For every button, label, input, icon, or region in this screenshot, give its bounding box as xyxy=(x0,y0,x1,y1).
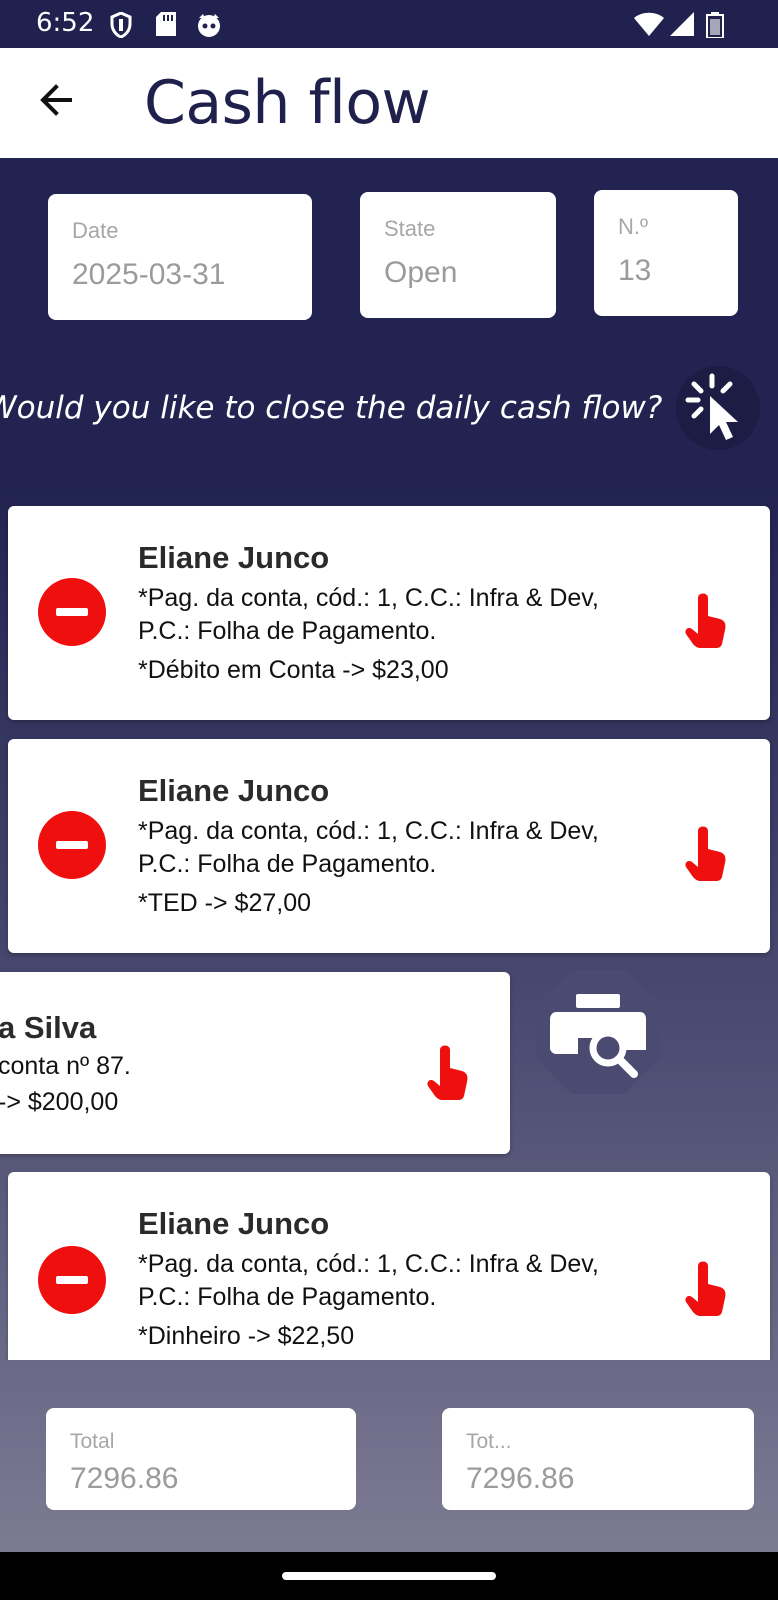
total-secondary-field[interactable]: Tot... 7296.86 xyxy=(442,1408,754,1510)
entry-name: a Silva xyxy=(0,1010,97,1045)
cell-signal-icon xyxy=(670,12,694,36)
state-value: Open xyxy=(384,256,458,289)
wifi-icon xyxy=(634,12,664,36)
minus-circle-icon[interactable] xyxy=(38,578,106,646)
entry-description: conta nº 87. xyxy=(0,1052,131,1080)
sd-card-icon xyxy=(156,12,176,36)
entry-name: Eliane Junco xyxy=(138,773,330,808)
close-cash-flow-button[interactable] xyxy=(676,366,760,450)
page-title: Cash flow xyxy=(144,68,431,138)
cash-entry-card[interactable]: Eliane Junco *Pag. da conta, cód.: 1, C.… xyxy=(8,739,770,953)
date-label: Date xyxy=(72,218,119,243)
shield-icon xyxy=(110,12,132,38)
total-label: Total xyxy=(70,1430,115,1453)
minus-circle-icon[interactable] xyxy=(38,811,106,879)
status-bar: 6:52 xyxy=(0,0,778,48)
system-nav-bar xyxy=(0,1552,778,1600)
entry-name: Eliane Junco xyxy=(138,540,330,575)
hand-pointer-icon[interactable] xyxy=(684,592,728,648)
pointer-click-icon xyxy=(685,373,738,440)
date-value: 2025-03-31 xyxy=(72,258,226,291)
number-value: 13 xyxy=(618,254,652,287)
cash-entry-card[interactable]: Eliane Junco *Pag. da conta, cód.: 1, C.… xyxy=(8,506,770,720)
battery-icon xyxy=(706,12,724,38)
total-secondary-label: Tot... xyxy=(466,1430,512,1453)
entry-payment: -> $200,00 xyxy=(0,1088,119,1116)
entry-payment: *Débito em Conta -> $23,00 xyxy=(138,656,449,684)
main-content: Date 2025-03-31 State Open N.º 13 Would … xyxy=(0,158,778,1552)
cash-entry-card-swiped[interactable]: a Silva conta nº 87. -> $200,00 xyxy=(0,972,510,1154)
entry-description: *Pag. da conta, cód.: 1, C.C.: Infra & D… xyxy=(138,1250,599,1311)
print-preview-button[interactable] xyxy=(534,968,662,1096)
state-field[interactable]: State Open xyxy=(360,192,556,318)
app-bar: Cash flow xyxy=(0,48,778,158)
minus-circle-icon[interactable] xyxy=(38,1246,106,1314)
total-value: 7296.86 xyxy=(70,1462,179,1495)
hand-pointer-icon[interactable] xyxy=(426,1044,470,1100)
date-field[interactable]: Date 2025-03-31 xyxy=(48,194,312,320)
entry-description: *Pag. da conta, cód.: 1, C.C.: Infra & D… xyxy=(138,817,599,878)
cat-face-icon xyxy=(198,14,220,37)
entry-payment: *TED -> $27,00 xyxy=(138,889,312,917)
hand-pointer-icon[interactable] xyxy=(684,1260,728,1316)
hand-pointer-icon[interactable] xyxy=(684,825,728,881)
state-label: State xyxy=(384,216,436,241)
number-field[interactable]: N.º 13 xyxy=(594,190,738,316)
home-gesture-handle[interactable] xyxy=(282,1572,496,1580)
status-time: 6:52 xyxy=(36,8,95,38)
entry-name: Eliane Junco xyxy=(138,1206,330,1241)
close-cash-flow-question: Would you like to close the daily cash f… xyxy=(0,390,663,426)
back-arrow-icon[interactable] xyxy=(34,78,78,122)
total-field[interactable]: Total 7296.86 xyxy=(46,1408,356,1510)
number-label: N.º xyxy=(618,214,649,239)
total-secondary-value: 7296.86 xyxy=(466,1462,575,1495)
entry-payment: *Dinheiro -> $22,50 xyxy=(138,1322,355,1350)
entry-description: *Pag. da conta, cód.: 1, C.C.: Infra & D… xyxy=(138,584,599,645)
